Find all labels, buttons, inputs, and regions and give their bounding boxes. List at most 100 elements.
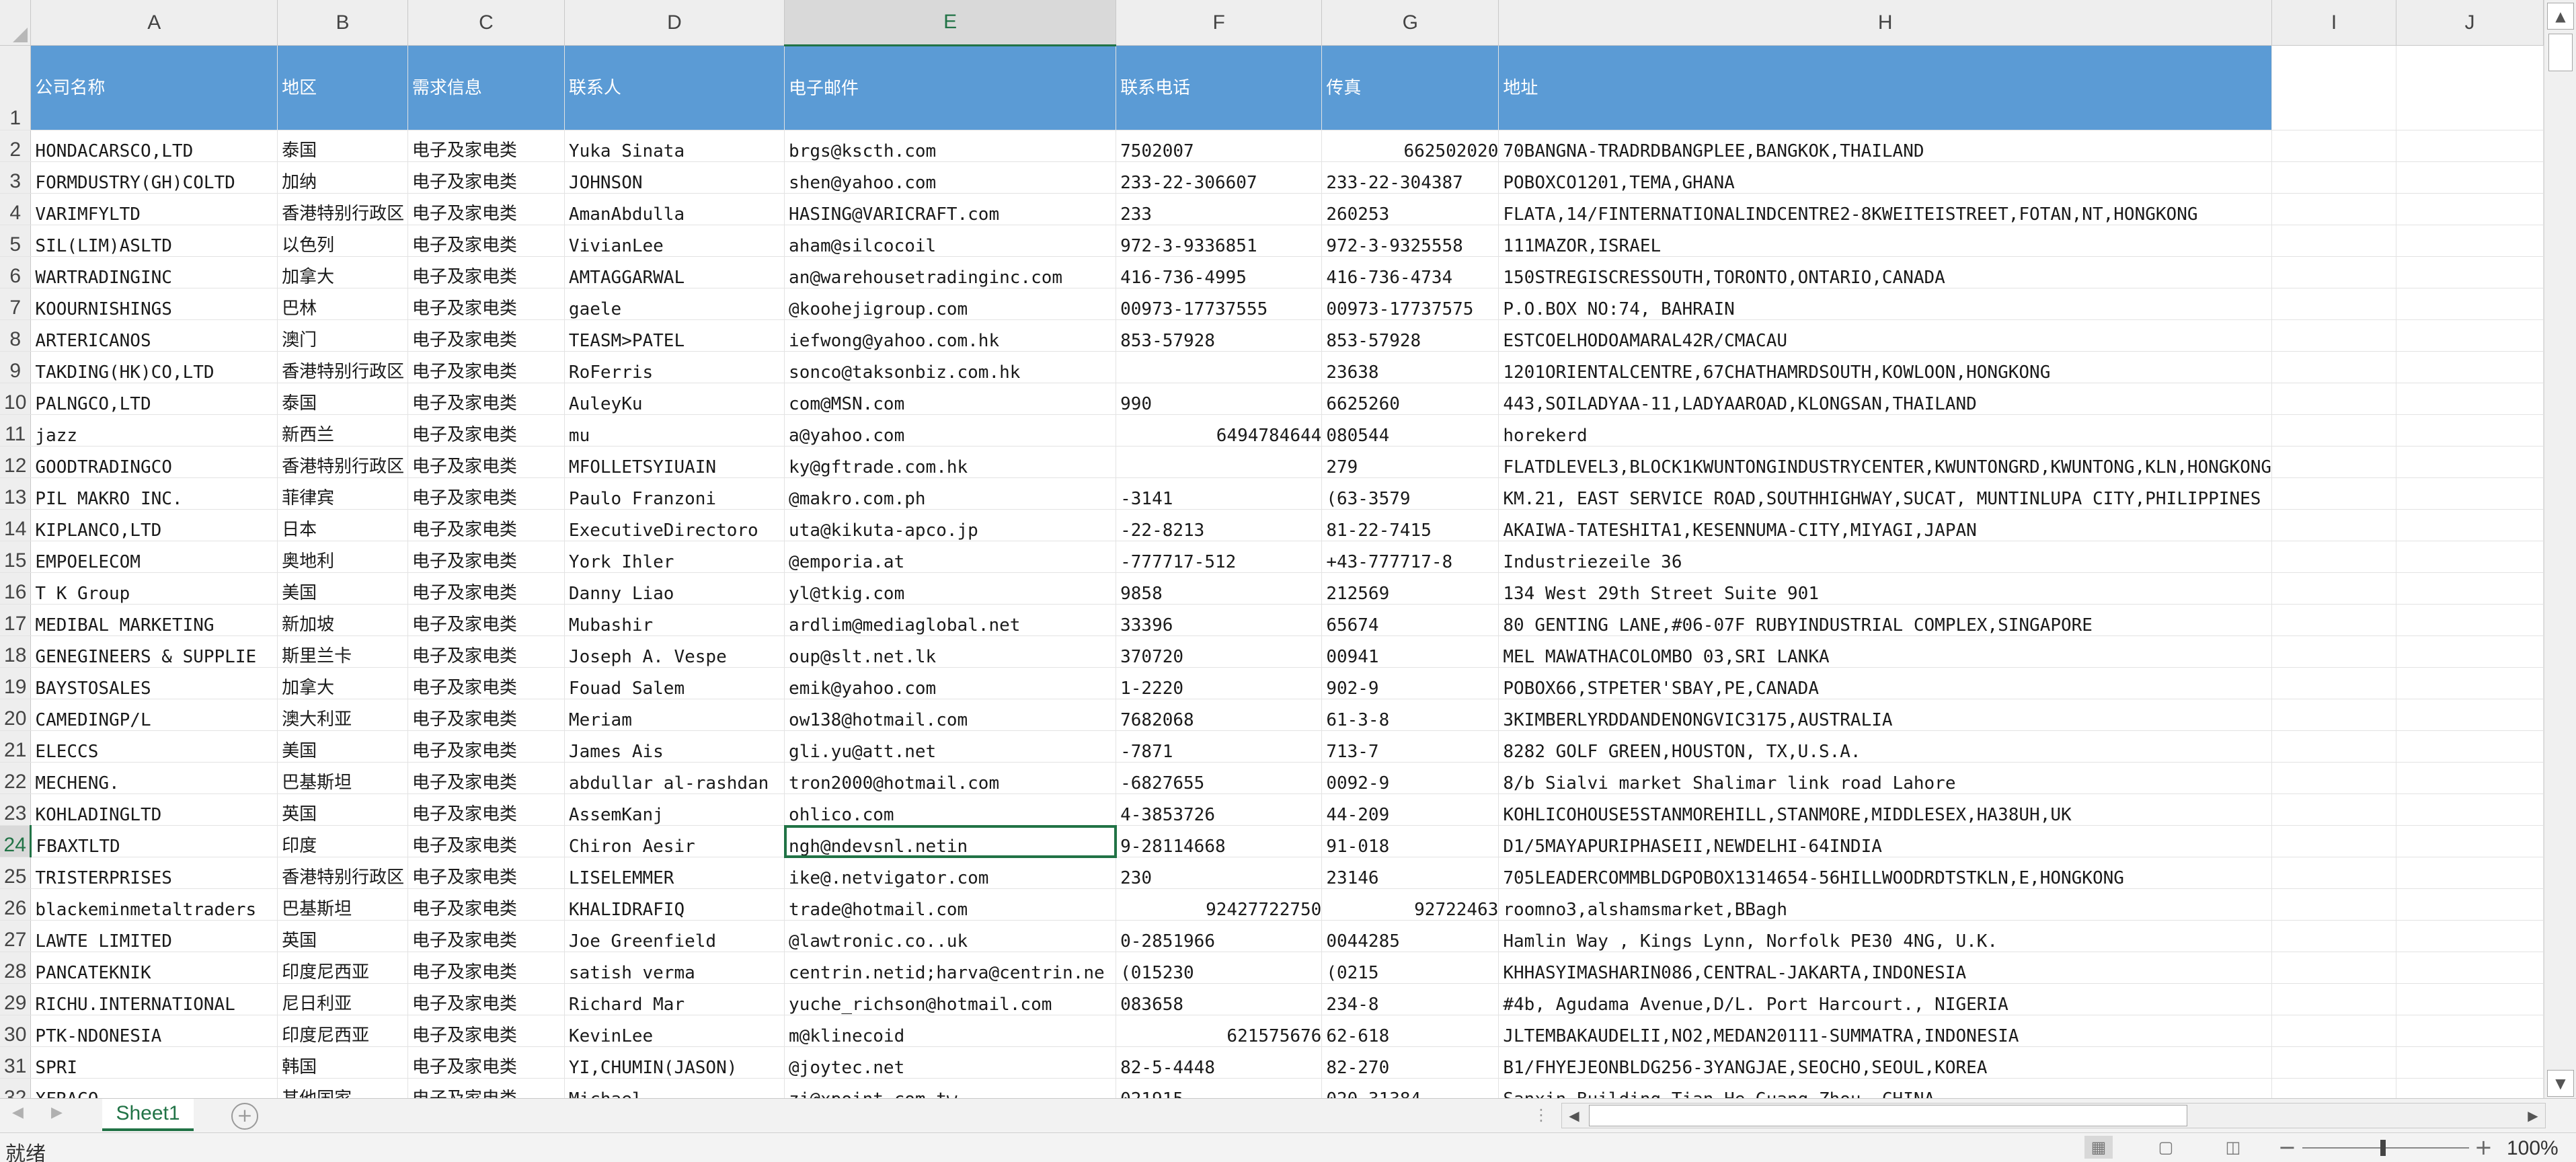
- cell-g[interactable]: 65674: [1321, 604, 1499, 636]
- cell-j[interactable]: [2396, 825, 2544, 857]
- cell-d[interactable]: TEASM>PATEL: [564, 319, 785, 352]
- cell-e[interactable]: shen@yahoo.com: [784, 161, 1117, 194]
- cell-c[interactable]: 电子及家电类: [407, 635, 565, 668]
- cell-a[interactable]: EMPOELECOM: [30, 541, 278, 573]
- cell-d[interactable]: Richard Mar: [564, 983, 785, 1015]
- cell-h[interactable]: 443,SOILADYAA-11,LADYAAROAD,KLONGSAN,THA…: [1498, 383, 2273, 415]
- cell-i[interactable]: [2271, 572, 2396, 605]
- row-header[interactable]: 28: [0, 952, 32, 984]
- cell-a[interactable]: SPRI: [30, 1046, 278, 1079]
- cell-j[interactable]: [2396, 288, 2544, 320]
- cell-h[interactable]: POBOX66,STPETER'SBAY,PE,CANADA: [1498, 667, 2273, 699]
- cell-f[interactable]: -3141: [1116, 477, 1323, 510]
- cell-e[interactable]: ike@.netvigator.com: [784, 857, 1117, 889]
- cell-f[interactable]: -22-8213: [1116, 509, 1323, 541]
- cell-g[interactable]: 6625260: [1321, 383, 1499, 415]
- row-header[interactable]: 2: [0, 130, 32, 162]
- cell-b[interactable]: 巴基斯坦: [277, 888, 408, 921]
- cell-h[interactable]: 3KIMBERLYRDDANDENONGVIC3175,AUSTRALIA: [1498, 699, 2273, 731]
- cell-a[interactable]: MECHENG.: [30, 762, 278, 794]
- cell-c[interactable]: 电子及家电类: [407, 1015, 565, 1047]
- row-header[interactable]: 9: [0, 351, 32, 383]
- cell-d[interactable]: RoFerris: [564, 351, 785, 383]
- cell-f[interactable]: 972-3-9336851: [1116, 225, 1323, 257]
- column-header-h[interactable]: H: [1498, 0, 2273, 46]
- cell-d[interactable]: York Ihler: [564, 541, 785, 573]
- row-header[interactable]: 30: [0, 1015, 32, 1047]
- cell-j[interactable]: [2396, 446, 2544, 478]
- cell-c[interactable]: 电子及家电类: [407, 509, 565, 541]
- cell-i[interactable]: [2271, 383, 2396, 415]
- cell-j[interactable]: [2396, 730, 2544, 763]
- cell-d[interactable]: LISELEMMER: [564, 857, 785, 889]
- cell-i[interactable]: [2271, 604, 2396, 636]
- cell-a[interactable]: MEDIBAL MARKETING: [30, 604, 278, 636]
- header-cell[interactable]: 需求信息: [407, 45, 565, 130]
- cell-j[interactable]: [2396, 572, 2544, 605]
- cell-a[interactable]: WARTRADINGINC: [30, 256, 278, 288]
- cell-f[interactable]: 6494784644: [1116, 414, 1323, 447]
- zoom-level[interactable]: 100%: [2507, 1137, 2559, 1160]
- cell-d[interactable]: VivianLee: [564, 225, 785, 257]
- column-header-b[interactable]: B: [277, 0, 408, 46]
- cell-i[interactable]: [2271, 319, 2396, 352]
- cell-i[interactable]: [2271, 635, 2396, 668]
- cell-a[interactable]: PTK-NDONESIA: [30, 1015, 278, 1047]
- cell-e[interactable]: HASING@VARICRAFT.com: [784, 193, 1117, 225]
- cell-j[interactable]: [2396, 667, 2544, 699]
- cell-g[interactable]: 234-8: [1321, 983, 1499, 1015]
- cell-g[interactable]: 020-31384: [1321, 1078, 1499, 1098]
- cell-b[interactable]: 巴基斯坦: [277, 762, 408, 794]
- cell-c[interactable]: 电子及家电类: [407, 383, 565, 415]
- cell-i[interactable]: [2271, 730, 2396, 763]
- vertical-scroll-thumb[interactable]: [2548, 34, 2573, 71]
- cell-h[interactable]: 150STREGISCRESSOUTH,TORONTO,ONTARIO,CANA…: [1498, 256, 2273, 288]
- cell-i[interactable]: [2271, 952, 2396, 984]
- row-header[interactable]: 27: [0, 920, 32, 952]
- cell-h[interactable]: 134 West 29th Street Suite 901: [1498, 572, 2273, 605]
- cell-j[interactable]: [2396, 1046, 2544, 1079]
- cell-h[interactable]: AKAIWA-TATESHITA1,KESENNUMA-CITY,MIYAGI,…: [1498, 509, 2273, 541]
- cell-i[interactable]: [2271, 1015, 2396, 1047]
- cell-g[interactable]: 279: [1321, 446, 1499, 478]
- cell-e[interactable]: emik@yahoo.com: [784, 667, 1117, 699]
- cell-f[interactable]: 233: [1116, 193, 1323, 225]
- tab-split-handle-icon[interactable]: ⋮: [1533, 1106, 1549, 1124]
- row-header[interactable]: 7: [0, 288, 32, 320]
- column-header-e[interactable]: E: [784, 0, 1117, 46]
- page-layout-view-icon[interactable]: ▢: [2152, 1136, 2180, 1159]
- cell-c[interactable]: 电子及家电类: [407, 888, 565, 921]
- cell-b[interactable]: 泰国: [277, 130, 408, 162]
- row-header[interactable]: 15: [0, 541, 32, 573]
- cell-j[interactable]: [2396, 857, 2544, 889]
- cell-h[interactable]: P.O.BOX NO:74, BAHRAIN: [1498, 288, 2273, 320]
- cell-b[interactable]: 巴林: [277, 288, 408, 320]
- cell-b[interactable]: 香港特别行政区: [277, 193, 408, 225]
- cell-i[interactable]: [2271, 193, 2396, 225]
- cell-c[interactable]: 电子及家电类: [407, 541, 565, 573]
- cell-d[interactable]: gaele: [564, 288, 785, 320]
- cell-f[interactable]: 33396: [1116, 604, 1323, 636]
- cell-d[interactable]: Fouad Salem: [564, 667, 785, 699]
- cell-i[interactable]: [2271, 920, 2396, 952]
- header-cell[interactable]: [2271, 45, 2396, 130]
- cell-g[interactable]: 23638: [1321, 351, 1499, 383]
- row-header[interactable]: 4: [0, 193, 32, 225]
- cell-h[interactable]: 80 GENTING LANE,#06-07F RUBYINDUSTRIAL C…: [1498, 604, 2273, 636]
- cell-j[interactable]: [2396, 604, 2544, 636]
- cell-g[interactable]: 81-22-7415: [1321, 509, 1499, 541]
- cell-g[interactable]: 212569: [1321, 572, 1499, 605]
- next-sheet-icon[interactable]: ▶: [51, 1104, 63, 1121]
- cell-e[interactable]: zi@xpoint.com.tw: [784, 1078, 1117, 1098]
- cell-j[interactable]: [2396, 983, 2544, 1015]
- cell-e[interactable]: iefwong@yahoo.com.hk: [784, 319, 1117, 352]
- cell-h[interactable]: Hamlin Way , Kings Lynn, Norfolk PE30 4N…: [1498, 920, 2273, 952]
- cell-e[interactable]: @koohejigroup.com: [784, 288, 1117, 320]
- cell-b[interactable]: 美国: [277, 730, 408, 763]
- cell-i[interactable]: [2271, 888, 2396, 921]
- scroll-down-icon[interactable]: ▼: [2547, 1070, 2574, 1097]
- cell-i[interactable]: [2271, 351, 2396, 383]
- cell-f[interactable]: (015230: [1116, 952, 1323, 984]
- cell-g[interactable]: (63-3579: [1321, 477, 1499, 510]
- cell-f[interactable]: 0-2851966: [1116, 920, 1323, 952]
